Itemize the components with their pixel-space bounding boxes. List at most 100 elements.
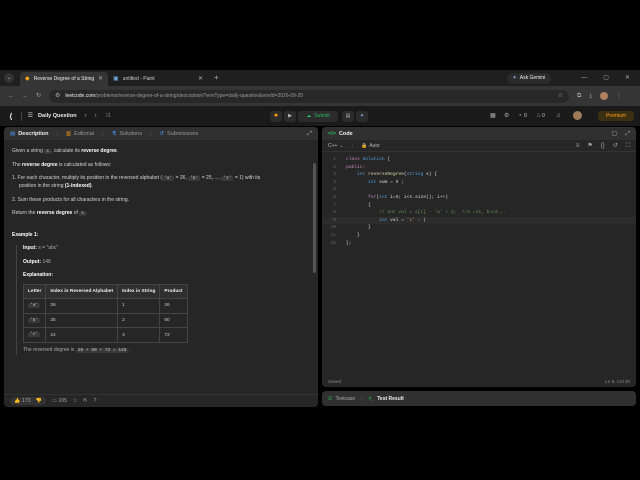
close-window-icon[interactable]: ✕ [625,75,630,81]
like-button[interactable]: 👍 173 👎 [10,397,46,405]
autocomplete-toggle[interactable]: 🔒 Auto [361,143,380,149]
lock-icon: 🔒 [360,142,368,149]
summary-text: The reversed degree is 26 + 50 + 72 = 14… [23,347,130,354]
maximize-panel-icon[interactable]: ▢ [612,131,618,137]
streak-icon[interactable]: ◔ [518,113,522,119]
debug-button[interactable]: ✱ [270,110,282,122]
bookmark-icon[interactable]: ⚑ [587,143,592,149]
description-scrollbar[interactable] [313,163,316,273]
brackets-icon[interactable]: {} [601,143,605,149]
code-line[interactable]: 5 [322,186,636,194]
language-select[interactable]: C++ ⌄ [328,143,344,149]
ask-gemini-button[interactable]: ✦ Ask Gemini [506,72,552,84]
submit-button[interactable]: ☁ Submit [298,110,338,122]
code-line[interactable]: 12}; [322,240,636,248]
line-number: 6 [333,194,336,200]
minimize-icon[interactable]: — [581,75,587,81]
tab-search-icon[interactable]: ⌄ [4,73,14,83]
code-token: } [346,225,371,231]
tab-paint[interactable]: ▣ untitled - Paint ✕ [108,72,208,86]
user-avatar[interactable] [573,111,582,120]
code-tab-label: Code [338,130,353,137]
code-token: { [384,157,391,162]
table-row: 'c' 24 3 72 [22,327,188,344]
fire-icon[interactable]: ♨ [536,113,541,119]
code-line[interactable]: 7 { [322,202,636,210]
menu-icon[interactable]: ⋮ [616,93,622,99]
code-line[interactable]: 11 } [322,232,636,240]
step-1: 1. For each character, multiply its posi… [12,175,261,189]
description-footer: 👍 173 👎 ▭ 105 ☆ ⇱ ? [4,394,318,407]
tab-leetcode[interactable]: ◆ Reverse Degree of a String - Le ✕ [20,72,108,86]
close-tab-icon[interactable]: ✕ [198,76,203,82]
code-tab[interactable]: </> Code [328,131,353,137]
thumbs-down-icon[interactable]: 👎 [36,398,42,404]
share-icon[interactable]: ⇱ [83,398,87,404]
code-token: } [346,232,360,238]
expand-icon[interactable]: ⤢ [307,131,312,137]
code-line[interactable]: 8 // int val = s[i] - 'a' + 1; //a =c1, … [322,209,636,217]
new-tab-icon[interactable]: + [214,74,219,82]
code-line[interactable]: 6 for(int i=0; i<s.size(); i++) [322,194,636,202]
test-result-tab[interactable]: >_ Test Result [369,396,404,402]
address-bar[interactable]: ⚙ leetcode.com /problems/reverse-degree-… [49,89,570,103]
sparkle-icon: ✦ [359,113,365,119]
expand-icon[interactable]: ⤢ [625,131,630,137]
code-token: sum = [379,179,396,185]
run-button[interactable]: ▶ [284,110,296,122]
code-editor[interactable]: 1 class Solution {2 public: 3 int reverseDe… [322,152,636,247]
tab-editorial[interactable]: ▥ Editorial [66,131,94,137]
favorite-star-icon[interactable]: ☆ [73,398,77,404]
notes-icon: ▤ [345,113,351,119]
ai-button[interactable]: ✦ [356,110,368,122]
chevron-down-icon: ⌄ [339,142,344,149]
prev-problem-icon[interactable]: ‹ [85,113,87,119]
code-token: int [379,194,391,200]
extensions-icon[interactable]: ⧉ [577,93,581,99]
bookmark-star-icon[interactable]: ☆ [558,93,563,99]
daily-question-link[interactable]: Daily Question [38,113,77,119]
maximize-icon[interactable]: ▢ [603,75,609,81]
history-icon: ↺ [159,130,165,137]
leetcode-logo-icon[interactable]: ⟨ [9,112,13,121]
close-tab-icon[interactable]: ✕ [98,76,103,82]
download-icon[interactable]: ⤓ [589,93,592,99]
tab-submissions[interactable]: ↺ Submissions [159,131,198,137]
code-line[interactable]: 1 class Solution { [322,156,636,164]
fullscreen-icon[interactable]: ⛶ [626,143,630,149]
tab-solutions[interactable]: ⚗ Solutions [111,131,142,137]
gemini-sparkle-icon: ✦ [512,75,517,81]
reload-icon[interactable]: ↻ [36,93,41,99]
layout-icon[interactable]: ▦ [490,113,496,119]
code-line[interactable]: 3 int reverseDegree(string s) { [322,171,636,179]
help-icon[interactable]: ? [94,398,97,404]
code-line[interactable]: 4 int sum = 0 ; [322,179,636,187]
code-panel-header: </> Code ▢ ⤢ [322,127,636,140]
example-input: Input: s = "abc" [23,245,59,252]
reset-icon[interactable]: ↺ [613,143,618,149]
code-line[interactable]: 2 public: [322,164,636,172]
code-line[interactable]: 9 int val = 'z' - | [322,216,636,225]
code-token: Solution [362,157,385,162]
forward-icon[interactable]: → [22,93,28,99]
settings-icon[interactable]: ⚙ [504,113,509,119]
play-icon: ▶ [288,113,292,119]
comments-button[interactable]: ▭ 105 [52,398,67,404]
tab-label: Description [18,130,49,137]
tab-title: untitled - Paint [122,76,155,82]
problem-list-icon[interactable]: ☰ [28,113,33,119]
site-info-icon[interactable]: ⚙ [55,93,60,99]
notification-bell-icon[interactable]: ♫ [556,113,561,119]
code-line[interactable]: 10 } [322,224,636,232]
shuffle-icon[interactable]: ⤨ [105,113,110,119]
next-problem-icon[interactable]: › [95,113,97,119]
format-icon[interactable]: ≡ [576,143,580,149]
testcase-tab[interactable]: ☑ Testcase [328,396,355,402]
back-icon[interactable]: ← [8,93,14,99]
premium-button[interactable]: Premium [598,111,634,121]
profile-avatar[interactable] [599,92,608,100]
notes-button[interactable]: ▤ [342,110,354,122]
tab-description[interactable]: ▤ Description [10,131,48,137]
table-header: Index in Reversed Alphabet [45,283,119,299]
book-icon: ▥ [65,130,72,137]
